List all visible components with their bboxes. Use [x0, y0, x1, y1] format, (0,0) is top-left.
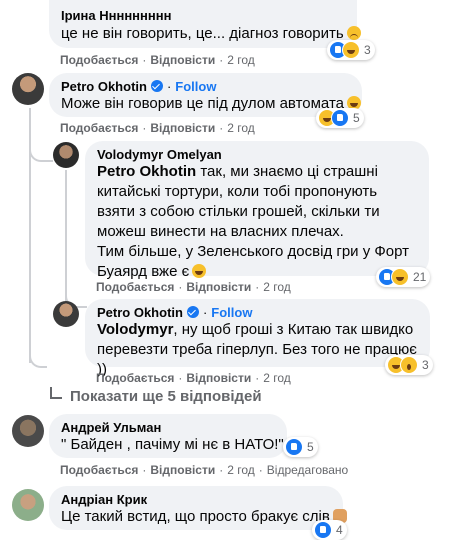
- comment-text-content: Може він говорив це під дулом автомата: [61, 95, 344, 112]
- timestamp[interactable]: 2 год: [227, 121, 255, 135]
- comment-text: Petro Okhotin так, ми знаємо ці страшні …: [97, 162, 415, 282]
- reply-link[interactable]: Відповісти: [186, 280, 251, 294]
- comment-bubble: Андріан Крик Це такий встид, що просто б…: [49, 486, 347, 530]
- like-link[interactable]: Подобається: [96, 280, 174, 294]
- comment-bubble: Ірина Ннннннннн це не він говорить, це..…: [49, 0, 361, 48]
- comment-text: це не він говорить, це... діагноз говори…: [61, 24, 361, 44]
- reactions-badge[interactable]: 5: [316, 108, 364, 128]
- reply-link[interactable]: Відповісти: [150, 121, 215, 135]
- reaction-count: 21: [413, 270, 427, 284]
- like-reaction-icon: [314, 521, 332, 539]
- comment-text-content: Тим більше, у Зеленського досвід гри у Ф…: [97, 243, 410, 280]
- timestamp[interactable]: 2 год: [227, 463, 255, 477]
- verified-badge-icon: [150, 80, 163, 92]
- thread-line: [29, 108, 31, 363]
- comment-bubble: Volodymyr Omelyan Petro Okhotin так, ми …: [85, 141, 429, 280]
- comment-actions: Подобається · Відповісти · 2 год: [60, 121, 255, 135]
- like-reaction-icon: [331, 109, 349, 127]
- like-link[interactable]: Подобається: [60, 463, 138, 477]
- comment-text: " Байден , пачіму мі нє в НАТО!"...: [61, 436, 297, 453]
- thread-line: [65, 170, 67, 302]
- avatar[interactable]: [12, 489, 44, 521]
- comment-text-content: Це такий встид, що просто бракує слів: [61, 508, 330, 525]
- show-more-label: Показати ще 5 відповідей: [70, 388, 262, 405]
- comment-actions: Подобається · Відповісти · 2 год: [96, 371, 291, 385]
- reaction-count: 5: [307, 440, 314, 454]
- reaction-count: 3: [364, 43, 371, 57]
- sad-emoji-icon: [346, 26, 361, 40]
- comment-bubble: Petro Okhotin · Follow Може він говорив це…: [49, 73, 362, 117]
- reaction-count: 3: [422, 358, 429, 372]
- mention-link[interactable]: Volodymyr: [97, 321, 173, 338]
- avatar[interactable]: [53, 301, 79, 327]
- avatar[interactable]: [53, 142, 79, 168]
- haha-reaction-icon: [391, 268, 409, 286]
- like-reaction-icon: [285, 438, 303, 456]
- reactions-badge[interactable]: 3: [385, 355, 433, 375]
- comment-bubble: Андрей Ульман " Байден , пачіму мі нє в …: [49, 414, 296, 458]
- comment-author[interactable]: Volodymyr Omelyan: [97, 147, 222, 163]
- edited-label[interactable]: Відредаговано: [267, 463, 348, 477]
- wow-reaction-icon: [400, 356, 418, 374]
- thread-curve: [29, 150, 53, 162]
- reply-link[interactable]: Відповісти: [150, 53, 215, 67]
- comment-bubble: Petro Okhotin · Follow Volodymyr, ну щоб г…: [85, 299, 430, 378]
- comment-text: Це такий встид, що просто бракує слів: [61, 507, 347, 527]
- reaction-count: 5: [353, 111, 360, 125]
- comment-author[interactable]: Petro Okhotin: [61, 79, 147, 94]
- like-link[interactable]: Подобається: [60, 53, 138, 67]
- comment-text: Може він говорив це під дулом автомата: [61, 94, 361, 114]
- comment-actions: Подобається · Відповісти · 2 год: [60, 53, 255, 67]
- timestamp[interactable]: 2 год: [263, 280, 291, 294]
- reactions-badge[interactable]: 4: [312, 520, 347, 540]
- timestamp[interactable]: 2 год: [227, 53, 255, 67]
- reply-link[interactable]: Відповісти: [186, 371, 251, 385]
- verified-badge-icon: [186, 306, 199, 318]
- like-link[interactable]: Подобається: [96, 371, 174, 385]
- comment-author[interactable]: Ірина Ннннннннн: [61, 8, 171, 24]
- timestamp[interactable]: 2 год: [263, 371, 291, 385]
- comment-author-row: Petro Okhotin · Follow: [61, 79, 217, 94]
- follow-button[interactable]: Follow: [175, 79, 216, 94]
- thread-curve: [29, 352, 47, 368]
- mention-link[interactable]: Petro Okhotin: [97, 163, 196, 180]
- avatar[interactable]: [12, 73, 44, 105]
- comment-actions: Подобається · Відповісти · 2 год: [96, 280, 291, 294]
- comment-text-content: це не він говорить, це... діагноз говори…: [61, 25, 344, 42]
- show-more-replies-link[interactable]: Показати ще 5 відповідей: [50, 387, 262, 405]
- reply-link[interactable]: Відповісти: [150, 463, 215, 477]
- like-link[interactable]: Подобається: [60, 121, 138, 135]
- comment-author[interactable]: Андрей Ульман: [61, 420, 161, 436]
- reactions-badge[interactable]: 3: [327, 40, 375, 60]
- avatar[interactable]: [12, 415, 44, 447]
- comment-author[interactable]: Petro Okhotin: [97, 305, 183, 320]
- comment-author[interactable]: Андріан Крик: [61, 492, 147, 508]
- comment-actions: Подобається · Відповісти · 2 год · Відредагова…: [60, 463, 349, 477]
- reply-arrow-icon: [50, 387, 62, 399]
- follow-button[interactable]: Follow: [211, 305, 252, 320]
- comment-author-row: Petro Okhotin · Follow: [97, 305, 253, 320]
- sad-reaction-icon: [342, 41, 360, 59]
- grin-emoji-icon: [192, 264, 207, 278]
- reactions-badge[interactable]: 21: [376, 267, 431, 287]
- reactions-badge[interactable]: 5: [283, 437, 318, 457]
